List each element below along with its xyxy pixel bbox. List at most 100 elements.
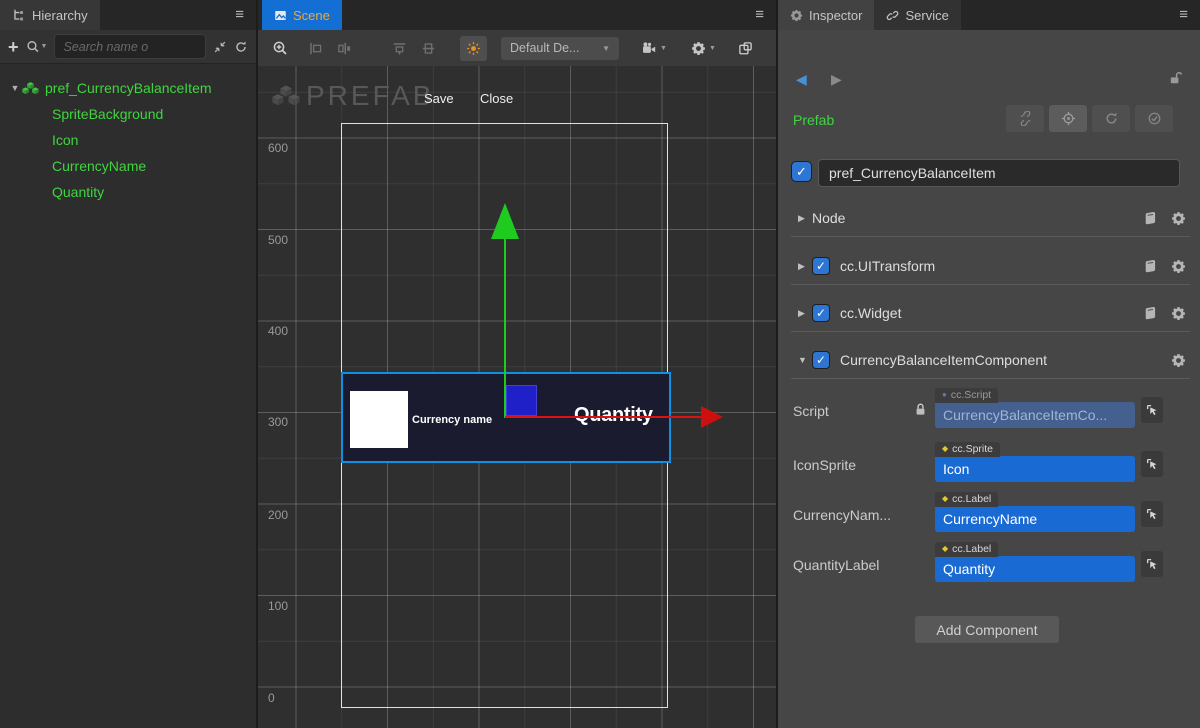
close-button[interactable]: Close — [480, 91, 513, 106]
select-reference-button[interactable] — [1141, 551, 1163, 577]
gear-icon[interactable] — [1171, 259, 1186, 274]
hierarchy-tabbar: Hierarchy ≡ — [0, 0, 256, 30]
tree-node-currencyname[interactable]: CurrencyName — [0, 153, 256, 179]
layout-split-icon[interactable] — [738, 41, 753, 56]
create-node-button[interactable]: + — [8, 39, 19, 55]
align-left-icon[interactable] — [308, 41, 323, 56]
section-widget[interactable]: ▶ ✓ cc.Widget — [778, 300, 1200, 326]
prop-quantitylabel-group: ◆cc.Label Quantity — [935, 537, 1135, 582]
search-input[interactable] — [54, 34, 206, 59]
ruler-label-400: 400 — [268, 324, 288, 338]
tab-inspector[interactable]: Inspector — [778, 0, 874, 30]
iconsprite-value-field[interactable]: Icon — [935, 456, 1135, 482]
camera-view-button[interactable]: ▼ — [641, 41, 667, 56]
currency-name-label: Currency name — [412, 414, 492, 426]
unlink-prefab-button[interactable] — [1006, 105, 1044, 132]
help-doc-icon[interactable] — [1143, 211, 1158, 226]
align-center-horizontal-icon[interactable] — [337, 41, 352, 56]
section-currencybalanceitemcomponent[interactable]: ▼ ✓ CurrencyBalanceItemComponent — [778, 347, 1200, 373]
tree-node-spritebackground[interactable]: SpriteBackground — [0, 101, 256, 127]
section-uitransform[interactable]: ▶ ✓ cc.UITransform — [778, 253, 1200, 279]
history-back-button[interactable]: ◀ — [796, 71, 807, 88]
asset-type-tag: ◆cc.Label — [935, 492, 998, 507]
prop-label-quantitylabel: QuantityLabel — [793, 557, 911, 573]
section-node[interactable]: ▶ Node — [778, 205, 1200, 231]
hierarchy-tree-icon — [12, 8, 26, 22]
scene-settings-button[interactable]: ▼ — [691, 41, 716, 56]
hierarchy-menu-icon[interactable]: ≡ — [235, 6, 244, 24]
script-dot-icon: ● — [942, 391, 947, 399]
select-reference-button[interactable] — [1141, 397, 1163, 423]
tree-node-label: pref_CurrencyBalanceItem — [45, 80, 212, 96]
gear-icon — [790, 9, 803, 22]
caret-down-icon[interactable]: ▼ — [798, 355, 812, 365]
node-name-input[interactable] — [818, 159, 1180, 187]
service-tab-label: Service — [905, 8, 948, 23]
prop-script-group: ●cc.Script CurrencyBalanceItemCo... — [935, 383, 1135, 428]
component-enabled-checkbox[interactable]: ✓ — [812, 351, 830, 369]
node-active-checkbox[interactable]: ✓ — [791, 161, 812, 182]
refresh-icon[interactable] — [234, 40, 248, 54]
caret-right-icon[interactable]: ▶ — [798, 308, 812, 319]
gizmo-light-toggle[interactable] — [460, 36, 487, 61]
apply-prefab-button[interactable] — [1135, 105, 1173, 132]
unlock-icon[interactable] — [1168, 70, 1184, 86]
divider — [791, 378, 1190, 379]
tree-node-quantity[interactable]: Quantity — [0, 179, 256, 205]
help-doc-icon[interactable] — [1143, 259, 1158, 274]
history-forward-button[interactable]: ▶ — [831, 71, 842, 88]
caret-right-icon[interactable]: ▶ — [798, 261, 812, 272]
scene-menu-icon[interactable]: ≡ — [755, 6, 764, 24]
collapse-all-icon[interactable] — [213, 40, 227, 54]
tree-node-icon[interactable]: Icon — [0, 127, 256, 153]
currencyname-value-field[interactable]: CurrencyName — [935, 506, 1135, 532]
align-center-vertical-icon[interactable] — [421, 41, 436, 56]
gear-icon[interactable] — [1171, 211, 1186, 226]
link-icon — [886, 9, 899, 22]
widget-enabled-checkbox[interactable]: ✓ — [812, 304, 830, 322]
tab-service[interactable]: Service — [874, 0, 960, 30]
locate-prefab-asset-button[interactable] — [1049, 105, 1087, 132]
component-diamond-icon: ◆ — [942, 495, 948, 503]
quantitylabel-value-field[interactable]: Quantity — [935, 556, 1135, 582]
help-doc-icon[interactable] — [1143, 306, 1158, 321]
expand-caret-icon[interactable]: ▼ — [8, 83, 22, 93]
tab-hierarchy[interactable]: Hierarchy — [0, 0, 100, 30]
tree-node-root[interactable]: ▼ pref_CurrencyBalanceItem — [0, 75, 256, 101]
cocos-creator-window: Hierarchy ≡ + ▼ ▼ pref_CurrencyBalanceIt… — [0, 0, 1200, 728]
inspector-tab-label: Inspector — [809, 8, 862, 23]
gizmo-y-axis-arrowhead[interactable] — [491, 203, 519, 239]
hierarchy-panel: Hierarchy ≡ + ▼ ▼ pref_CurrencyBalanceIt… — [0, 0, 258, 728]
align-top-icon[interactable] — [392, 41, 407, 56]
gizmo-x-axis-arrowhead[interactable] — [701, 406, 723, 428]
prop-label-iconsprite: IconSprite — [793, 457, 911, 473]
uitransform-enabled-checkbox[interactable]: ✓ — [812, 257, 830, 275]
display-mode-value: Default De... — [510, 41, 579, 55]
tab-scene[interactable]: Scene — [262, 0, 342, 30]
prefab-cubes-icon — [272, 85, 300, 107]
gear-icon[interactable] — [1171, 306, 1186, 321]
scene-tabbar: Scene ≡ — [258, 0, 776, 30]
hierarchy-tree: ▼ pref_CurrencyBalanceItem SpriteBackgro… — [0, 64, 256, 728]
scene-image-icon — [274, 9, 287, 22]
caret-right-icon[interactable]: ▶ — [798, 213, 812, 224]
select-reference-button[interactable] — [1141, 451, 1163, 477]
gear-icon[interactable] — [1171, 353, 1186, 368]
revert-prefab-button[interactable] — [1092, 105, 1130, 132]
select-reference-button[interactable] — [1141, 501, 1163, 527]
asset-type-tag: ◆cc.Label — [935, 542, 998, 557]
zoom-icon[interactable] — [272, 40, 288, 56]
search-filter-button[interactable]: ▼ — [26, 40, 48, 54]
gizmo-xy-plane-handle[interactable] — [506, 385, 537, 416]
divider — [791, 331, 1190, 332]
script-value-field[interactable]: CurrencyBalanceItemCo... — [935, 402, 1135, 428]
inspector-menu-icon[interactable]: ≡ — [1179, 6, 1188, 24]
scene-tab-label: Scene — [293, 8, 330, 23]
ruler-label-600: 600 — [268, 141, 288, 155]
add-component-button[interactable]: Add Component — [915, 616, 1059, 643]
save-button[interactable]: Save — [424, 91, 454, 106]
gizmo-x-axis-arrow[interactable] — [505, 416, 703, 418]
prefab-watermark-label: PREFAB — [306, 80, 434, 112]
scene-viewport[interactable]: PREFAB Save Close 600 500 400 300 200 10… — [258, 66, 776, 728]
display-mode-dropdown[interactable]: Default De... ▼ — [501, 37, 619, 60]
